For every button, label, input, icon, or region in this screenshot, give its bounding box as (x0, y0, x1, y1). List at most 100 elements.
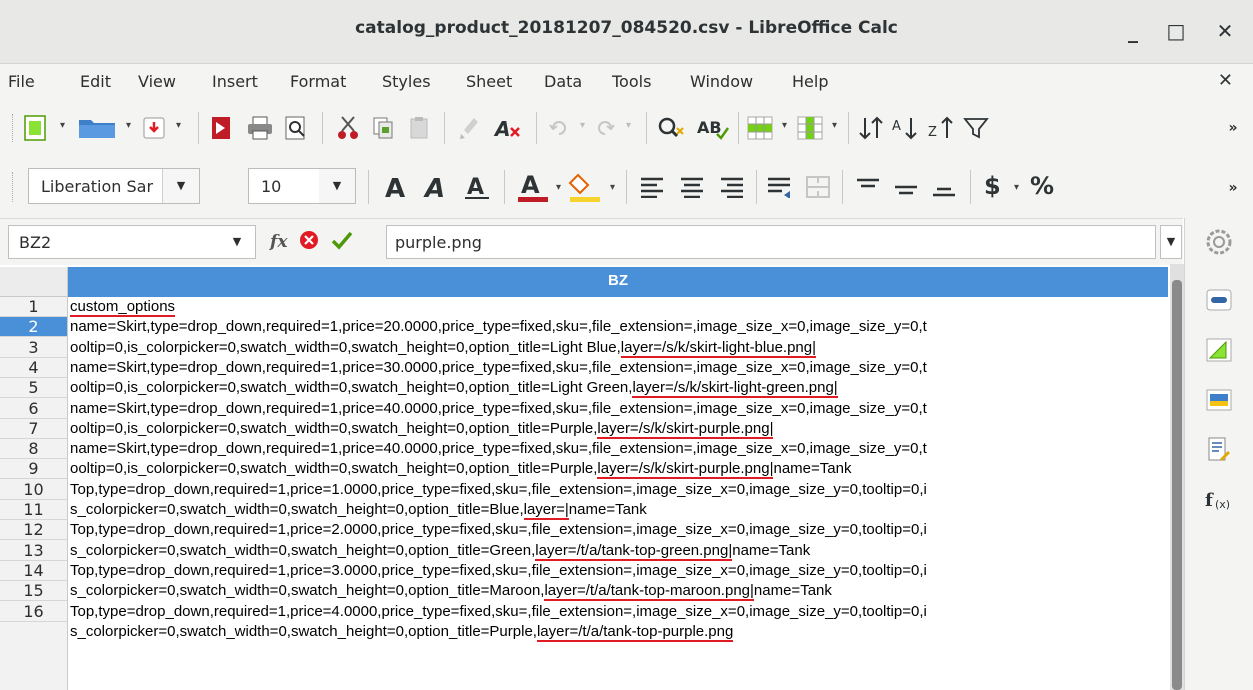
properties-icon[interactable] (1201, 282, 1237, 318)
currency-format-icon[interactable]: $ (984, 172, 1001, 200)
cell-reference[interactable]: BZ2 (19, 233, 51, 252)
spelling-icon[interactable]: AB (696, 114, 730, 142)
autofilter-icon[interactable] (962, 114, 990, 142)
background-color-dropdown-icon[interactable]: ▾ (610, 182, 615, 193)
more-options-icon[interactable]: » (1222, 120, 1244, 136)
row-header-12[interactable]: 12 (0, 520, 67, 541)
cell-grid[interactable]: custom_options name=Skirt,type=drop_down,… (68, 297, 1168, 690)
menu-styles[interactable]: Styles (382, 72, 431, 91)
name-box[interactable]: BZ2 ▼ (8, 225, 256, 259)
sort-icon[interactable] (856, 114, 886, 142)
font-color-dropdown-icon[interactable]: ▾ (556, 182, 561, 193)
cancel-icon[interactable] (299, 230, 319, 254)
font-size-dropdown-icon[interactable]: ▼ (319, 169, 355, 203)
italic-icon[interactable]: A (420, 172, 454, 202)
menu-window[interactable]: Window (690, 72, 753, 91)
close-document-button[interactable]: ✕ (1218, 70, 1233, 91)
cut-icon[interactable] (334, 114, 362, 142)
navigator-icon[interactable] (1201, 432, 1237, 468)
row-header-9[interactable]: 9 (0, 459, 67, 480)
underline-icon[interactable]: A (460, 172, 494, 202)
print-icon[interactable] (246, 114, 274, 142)
formula-input-value[interactable]: purple.png (395, 233, 482, 252)
more-format-options-icon[interactable]: » (1222, 180, 1244, 196)
menu-sheet[interactable]: Sheet (466, 72, 512, 91)
row-header-11[interactable]: 11 (0, 500, 67, 520)
row-header-10[interactable]: 10 (0, 480, 67, 500)
row-header-1[interactable]: 1 (0, 297, 67, 317)
menu-edit[interactable]: Edit (80, 72, 111, 91)
sort-descending-icon[interactable]: Z (926, 114, 960, 142)
sort-ascending-icon[interactable]: A (890, 114, 924, 142)
copy-icon[interactable] (370, 114, 396, 142)
sidebar-settings-gear-icon[interactable] (1201, 224, 1237, 260)
center-vertically-icon[interactable] (890, 172, 922, 202)
undo-icon[interactable] (548, 114, 570, 142)
paste-icon[interactable] (406, 114, 432, 142)
maximize-button[interactable]: □ (1163, 18, 1189, 44)
font-size-value[interactable]: 10 (261, 177, 281, 196)
minimize-button[interactable]: _ (1120, 18, 1146, 44)
function-wizard-icon[interactable]: fx (270, 232, 287, 252)
clone-formatting-icon[interactable] (456, 114, 482, 142)
row-header-4[interactable]: 4 (0, 358, 67, 378)
menu-tools[interactable]: Tools (612, 72, 651, 91)
font-size-combobox[interactable]: 10 ▼ (248, 168, 356, 204)
row-icon[interactable] (746, 114, 774, 142)
percent-format-icon[interactable]: % (1030, 172, 1054, 200)
wrap-text-icon[interactable] (764, 172, 796, 202)
select-all-corner[interactable] (0, 267, 68, 297)
export-pdf-icon[interactable] (208, 114, 234, 142)
row-header-13[interactable]: 13 (0, 541, 67, 561)
row-header-2[interactable]: 2 (0, 317, 67, 338)
menu-view[interactable]: View (138, 72, 176, 91)
menu-data[interactable]: Data (544, 72, 582, 91)
align-left-icon[interactable] (636, 172, 668, 202)
print-preview-icon[interactable] (282, 114, 310, 142)
vertical-scrollbar-thumb[interactable] (1172, 280, 1182, 690)
open-folder-icon[interactable] (76, 114, 118, 142)
save-dropdown-icon[interactable]: ▾ (176, 120, 181, 131)
font-name-value[interactable]: Liberation Sar (41, 177, 153, 196)
find-replace-icon[interactable] (656, 114, 688, 142)
align-center-icon[interactable] (676, 172, 708, 202)
open-dropdown-icon[interactable]: ▾ (126, 120, 131, 131)
redo-dropdown-icon[interactable]: ▾ (626, 120, 631, 131)
undo-dropdown-icon[interactable]: ▾ (580, 120, 585, 131)
new-dropdown-icon[interactable]: ▾ (60, 120, 65, 131)
font-color-icon[interactable]: A (514, 170, 552, 204)
clear-formatting-icon[interactable]: A (492, 114, 522, 142)
column-icon[interactable] (796, 114, 824, 142)
save-icon[interactable] (142, 114, 166, 142)
row-header-14[interactable]: 14 (0, 561, 67, 581)
row-header-3[interactable]: 3 (0, 338, 67, 358)
row-header-7[interactable]: 7 (0, 419, 67, 439)
formula-input[interactable]: purple.png (386, 225, 1156, 259)
name-box-dropdown-icon[interactable]: ▼ (219, 226, 255, 258)
background-color-icon[interactable] (566, 170, 604, 204)
row-header-5[interactable]: 5 (0, 378, 67, 399)
align-bottom-icon[interactable] (928, 172, 960, 202)
row-header-15[interactable]: 15 (0, 581, 67, 602)
styles-icon[interactable] (1201, 332, 1237, 368)
menu-file[interactable]: File (8, 72, 35, 91)
accept-icon[interactable] (331, 230, 353, 254)
currency-dropdown-icon[interactable]: ▾ (1014, 182, 1019, 193)
merge-cells-icon[interactable] (802, 172, 834, 202)
column-dropdown-icon[interactable]: ▾ (832, 120, 837, 131)
bold-icon[interactable]: A (380, 172, 414, 202)
align-right-icon[interactable] (716, 172, 748, 202)
row-header-6[interactable]: 6 (0, 399, 67, 419)
redo-icon[interactable] (594, 114, 616, 142)
close-button[interactable]: ✕ (1212, 18, 1238, 44)
functions-icon[interactable]: f (x) (1201, 482, 1237, 518)
menu-format[interactable]: Format (290, 72, 346, 91)
column-header-bz[interactable]: BZ (68, 267, 1168, 297)
row-header-8[interactable]: 8 (0, 439, 67, 460)
gallery-icon[interactable] (1201, 382, 1237, 418)
font-name-dropdown-icon[interactable]: ▼ (162, 169, 199, 203)
font-name-combobox[interactable]: Liberation Sar ▼ (28, 168, 200, 204)
align-top-icon[interactable] (852, 172, 884, 202)
menu-help[interactable]: Help (792, 72, 828, 91)
menu-insert[interactable]: Insert (212, 72, 258, 91)
